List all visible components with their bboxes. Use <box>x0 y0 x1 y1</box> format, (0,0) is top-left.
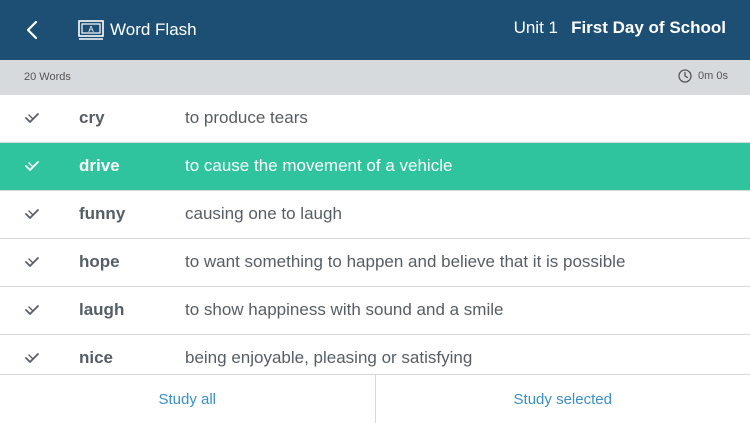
checkmark-icon[interactable] <box>24 351 40 365</box>
checkmark-icon[interactable] <box>24 255 40 269</box>
app-title-text: Word Flash <box>110 20 197 40</box>
word-term: funny <box>79 204 125 224</box>
word-term: laugh <box>79 300 124 320</box>
word-row[interactable]: laugh to show happiness with sound and a… <box>0 287 750 335</box>
timer-value: 0m 0s <box>698 70 728 82</box>
study-selected-button[interactable]: Study selected <box>376 375 750 423</box>
word-row[interactable]: cry to produce tears <box>0 95 750 143</box>
word-row[interactable]: nice being enjoyable, pleasing or satisf… <box>0 335 750 374</box>
study-all-button[interactable]: Study all <box>0 375 376 423</box>
flashcard-icon: A <box>78 20 104 40</box>
word-definition: causing one to laugh <box>185 204 342 224</box>
checkmark-icon[interactable] <box>24 111 40 125</box>
unit-label: Unit 1 <box>514 18 558 38</box>
word-row[interactable]: hope to want something to happen and bel… <box>0 239 750 287</box>
word-list: cry to produce tears drive to cause the … <box>0 95 750 374</box>
word-row[interactable]: drive to cause the movement of a vehicle <box>0 143 750 191</box>
timer: 0m 0s <box>678 69 728 83</box>
checkmark-icon[interactable] <box>24 207 40 221</box>
clock-icon <box>678 69 692 83</box>
chevron-left-icon <box>25 20 39 40</box>
checkmark-icon[interactable] <box>24 159 40 173</box>
footer-bar: Study all Study selected <box>0 374 750 423</box>
word-definition: being enjoyable, pleasing or satisfying <box>185 348 472 368</box>
word-count: 20 Words <box>24 71 71 83</box>
word-row[interactable]: funny causing one to laugh <box>0 191 750 239</box>
word-term: nice <box>79 348 113 368</box>
word-term: hope <box>79 252 120 272</box>
checkmark-icon[interactable] <box>24 303 40 317</box>
word-definition: to want something to happen and believe … <box>185 252 625 272</box>
lesson-title: First Day of School <box>571 18 726 38</box>
word-term: drive <box>79 156 120 176</box>
top-bar: A Word Flash Unit 1 First Day of School <box>0 0 750 60</box>
word-definition: to show happiness with sound and a smile <box>185 300 503 320</box>
app-title: A Word Flash <box>78 17 197 43</box>
sub-header: 20 Words 0m 0s <box>0 60 750 95</box>
back-button[interactable] <box>18 16 46 44</box>
word-definition: to produce tears <box>185 108 308 128</box>
word-definition: to cause the movement of a vehicle <box>185 156 452 176</box>
word-term: cry <box>79 108 105 128</box>
svg-text:A: A <box>88 25 94 34</box>
